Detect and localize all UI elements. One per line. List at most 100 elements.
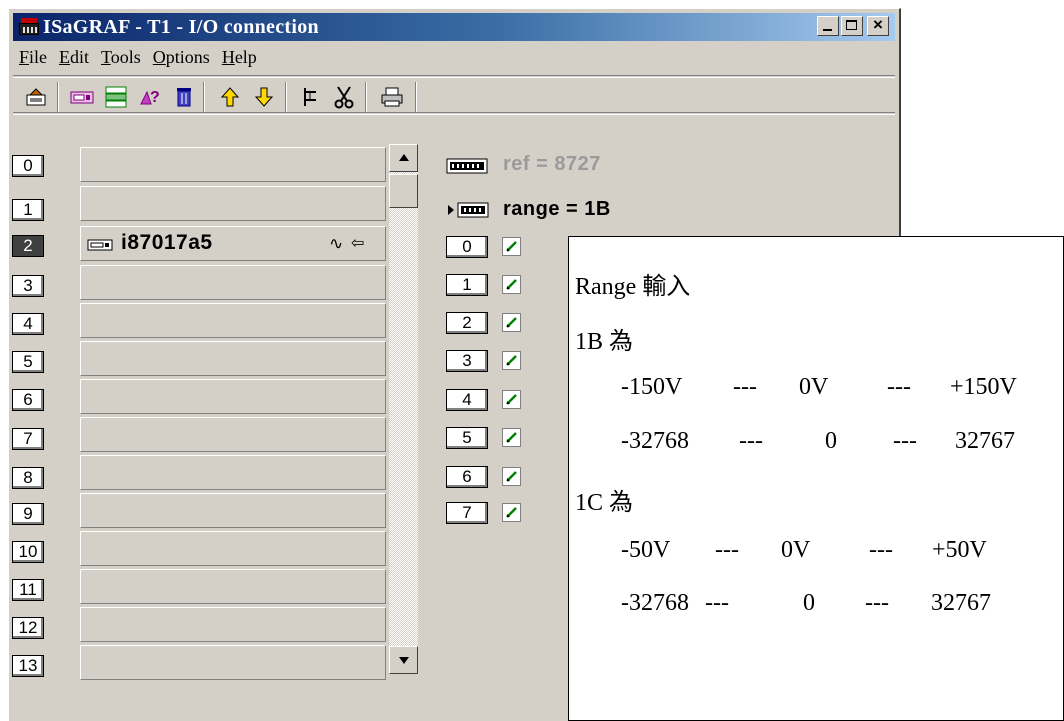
channel-number-5[interactable]: 5	[446, 427, 488, 449]
note-cell: ---	[869, 537, 893, 563]
menu-file[interactable]: File	[13, 47, 53, 68]
slot-bar-10[interactable]	[80, 531, 386, 566]
slot-number-0[interactable]: 0	[12, 155, 44, 177]
disconnect-icon[interactable]	[331, 84, 357, 110]
note-cell: ---	[887, 374, 911, 400]
channel-check-icon[interactable]	[502, 390, 521, 409]
menu-options-mnemonic: O	[152, 46, 166, 67]
range-value[interactable]: range = 1B	[503, 198, 611, 221]
slot-number-1[interactable]: 1	[12, 199, 44, 221]
slot-number-8[interactable]: 8	[12, 467, 44, 489]
slot-number-4[interactable]: 4	[12, 313, 44, 335]
range-annotation-box: Range 輸入 1B 為 -150V --- 0V --- +150V -32…	[568, 236, 1064, 721]
slot-bar-9[interactable]	[80, 493, 386, 528]
note-cell: 0V	[781, 537, 811, 563]
channel-check-icon[interactable]	[502, 313, 521, 332]
slot-bar-2[interactable]: i87017a5 ∿ ⇦	[80, 226, 386, 261]
slot-bar-7[interactable]	[80, 417, 386, 452]
print-icon[interactable]	[379, 84, 405, 110]
slot-bar-6[interactable]	[80, 379, 386, 414]
scroll-thumb[interactable]	[389, 174, 418, 208]
note-cell: -50V	[621, 537, 671, 563]
slot-number-9[interactable]: 9	[12, 503, 44, 525]
move-down-icon[interactable]	[251, 84, 277, 110]
open-board-icon[interactable]	[23, 84, 49, 110]
slot-number-11[interactable]: 11	[12, 579, 44, 601]
board-list-icon[interactable]	[103, 84, 129, 110]
slot-bar-5[interactable]	[80, 341, 386, 376]
slot-number-13[interactable]: 13	[12, 655, 44, 677]
connect-icon[interactable]	[297, 84, 323, 110]
channel-number-2[interactable]: 2	[446, 312, 488, 334]
slot-bar-13[interactable]	[80, 645, 386, 680]
note-cell: ---	[893, 428, 917, 454]
scroll-up-button[interactable]	[389, 144, 418, 172]
menu-file-mnemonic: F	[19, 46, 30, 67]
channel-number-6[interactable]: 6	[446, 466, 488, 488]
note-cell: ---	[865, 590, 889, 616]
reference-value: ref = 8727	[503, 153, 601, 175]
slot-bar-4[interactable]	[80, 303, 386, 338]
close-button[interactable]: ×	[867, 15, 889, 36]
note-cell: ---	[705, 590, 729, 616]
slot-number-7[interactable]: 7	[12, 428, 44, 450]
menu-edit[interactable]: Edit	[53, 47, 95, 68]
channel-check-icon[interactable]	[502, 428, 521, 447]
channel-check-icon[interactable]	[502, 275, 521, 294]
menu-help-label: elp	[234, 46, 257, 67]
channel-number-7[interactable]: 7	[446, 502, 488, 524]
app-icon[interactable]	[19, 18, 39, 36]
note-cell: 0V	[799, 374, 829, 400]
note-cell: 32767	[931, 590, 991, 616]
input-arrow-icon: ⇦	[351, 235, 365, 252]
note-title: Range 輸入	[575, 274, 691, 300]
slot-number-2[interactable]: 2	[12, 235, 44, 257]
menu-tools-mnemonic: T	[101, 46, 111, 67]
menu-options[interactable]: Options	[147, 47, 216, 68]
menu-tools[interactable]: Tools	[95, 47, 147, 68]
minimize-button[interactable]	[817, 16, 839, 36]
slot-number-10[interactable]: 10	[12, 541, 44, 563]
scroll-down-icon	[399, 657, 409, 664]
menu-edit-label: dit	[70, 46, 90, 67]
slot-bar-8[interactable]	[80, 455, 386, 490]
slot-number-5[interactable]: 5	[12, 351, 44, 373]
scroll-up-icon	[399, 154, 409, 161]
menu-help-mnemonic: H	[221, 46, 235, 67]
channel-check-icon[interactable]	[502, 237, 521, 256]
board-help-icon[interactable]: ?	[137, 84, 163, 110]
slot-bar-1[interactable]	[80, 186, 386, 221]
maximize-button[interactable]	[841, 16, 863, 36]
slot-scrollbar[interactable]	[389, 144, 418, 674]
channel-check-icon[interactable]	[502, 503, 521, 522]
note-cell: -32768	[621, 590, 689, 616]
channel-number-3[interactable]: 3	[446, 350, 488, 372]
menu-tools-label: ools	[110, 46, 141, 67]
move-up-icon[interactable]	[217, 84, 243, 110]
note-cell: 0	[825, 428, 837, 454]
note-section-label: 1B 為	[575, 329, 634, 355]
channel-check-icon[interactable]	[502, 467, 521, 486]
channel-number-0[interactable]: 0	[446, 236, 488, 258]
delete-icon[interactable]	[171, 84, 197, 110]
menu-help[interactable]: Help	[216, 47, 263, 68]
slot-number-12[interactable]: 12	[12, 617, 44, 639]
board-icon[interactable]	[69, 84, 95, 110]
note-cell: -150V	[621, 374, 683, 400]
menu-file-label: ile	[29, 46, 48, 67]
slot-bar-3[interactable]	[80, 265, 386, 300]
note-cell: 0	[803, 590, 815, 616]
slot-number-6[interactable]: 6	[12, 389, 44, 411]
slot-number-3[interactable]: 3	[12, 275, 44, 297]
channel-number-1[interactable]: 1	[446, 274, 488, 296]
menu-edit-mnemonic: E	[59, 46, 71, 67]
close-icon: ×	[873, 15, 883, 34]
slot-bar-0[interactable]	[80, 147, 386, 182]
slot-bar-11[interactable]	[80, 569, 386, 604]
title-bar[interactable]: ISaGRAF - T1 - I/O connection ×	[13, 13, 895, 41]
range-icon[interactable]	[446, 202, 490, 223]
scroll-down-button[interactable]	[389, 646, 418, 674]
channel-check-icon[interactable]	[502, 351, 521, 370]
slot-bar-12[interactable]	[80, 607, 386, 642]
channel-number-4[interactable]: 4	[446, 389, 488, 411]
